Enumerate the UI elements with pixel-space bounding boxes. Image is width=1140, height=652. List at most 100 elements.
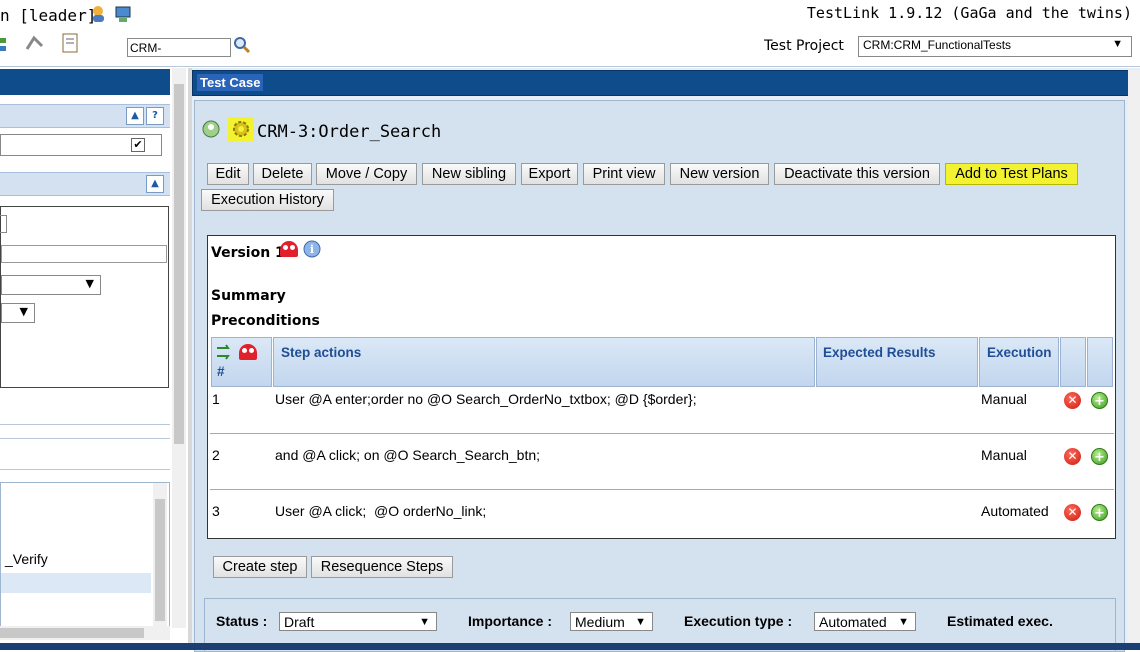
delete-step-icon[interactable]: ✕ [1064,392,1081,409]
summary-label: Summary [211,288,286,304]
resequence-steps-button[interactable]: Resequence Steps [311,556,453,578]
step-number-header-label: # [217,364,225,379]
collapse-icon[interactable]: ▲ [126,107,144,125]
project-select[interactable]: CRM:CRM_FunctionalTests ▼ [858,36,1132,57]
new-sibling-button[interactable]: New sibling [422,163,516,185]
print-view-button[interactable]: Print view [583,163,665,185]
chevron-down-icon: ▼ [19,305,28,318]
left-h-scrollbar-thumb[interactable] [0,628,144,638]
importance-select[interactable]: Medium ▼ [570,612,653,631]
new-version-button[interactable]: New version [670,163,769,185]
add-step-icon[interactable]: + [1091,504,1108,521]
deactivate-version-button[interactable]: Deactivate this version [774,163,940,185]
search-icon[interactable] [233,36,251,54]
add-column-header [1087,337,1113,387]
step-action[interactable]: and @A click; on @O Search_Search_btn; [275,447,540,463]
step-number-header: # [211,337,272,387]
delete-step-icon[interactable]: ✕ [1064,448,1081,465]
reorder-icon[interactable] [216,344,234,360]
tree-view[interactable]: _Verify [0,482,170,638]
ghost-icon[interactable] [239,344,257,360]
divider [0,424,170,425]
collapse-icon[interactable]: ▲ [146,175,164,193]
row-divider [210,433,1114,434]
requirements-icon[interactable] [24,34,46,54]
step-actions-header: Step actions [273,337,815,387]
add-step-icon[interactable]: + [1091,392,1108,409]
execution-header-label: Execution [987,345,1052,360]
move-copy-button[interactable]: Move / Copy [316,163,417,185]
user-profile-icon[interactable] [88,4,110,24]
filter-select[interactable]: ▼ [1,275,101,295]
filter-select-small[interactable]: ▼ [1,303,35,323]
create-step-button[interactable]: Create step [213,556,307,578]
step-number: 2 [212,447,220,463]
ghost-icon[interactable] [280,241,298,257]
step-execution: Manual [981,391,1027,407]
export-button[interactable]: Export [521,163,578,185]
status-select[interactable]: Draft ▼ [279,612,437,631]
settings-checkbox-row: ✔ [0,134,162,156]
main-scrollbar[interactable] [1128,70,1140,642]
tree-icon[interactable] [0,35,22,55]
test-case-header-title: Test Case [197,74,264,91]
help-icon[interactable]: ? [146,107,164,125]
globe-icon[interactable] [201,119,221,139]
expected-results-header-label: Expected Results [823,345,936,360]
filters-section-header: ▲ [0,172,170,196]
top-bar: n [leader] TestLink 1.9.12 (GaGa and the… [0,0,1140,67]
search-input[interactable] [127,38,231,57]
step-number: 3 [212,503,220,519]
left-panel: ▲ ? ✔ ▲ ▼ ▼ _Verify [0,68,188,650]
svg-text:i: i [310,243,314,256]
gear-icon[interactable] [228,117,254,141]
step-number: 1 [212,391,220,407]
add-to-test-plans-button[interactable]: Add to Test Plans [945,163,1078,185]
taskbar [0,643,1140,650]
chevron-down-icon: ▼ [1112,38,1123,50]
left-v-scrollbar-thumb[interactable] [174,84,184,444]
delete-step-icon[interactable]: ✕ [1064,504,1081,521]
expected-results-header: Expected Results [816,337,978,387]
left-panel-band [0,438,170,470]
add-step-icon[interactable]: + [1091,448,1108,465]
edit-button[interactable]: Edit [207,163,249,185]
filter-text-input[interactable] [1,245,167,263]
filters-box: ▼ ▼ [0,206,169,388]
step-execution: Manual [981,447,1027,463]
step-actions-header-label: Step actions [281,345,362,360]
step-action[interactable]: User @A enter;order no @O Search_OrderNo… [275,391,697,407]
left-v-scrollbar[interactable] [172,68,186,628]
execution-history-button[interactable]: Execution History [201,189,334,211]
step-execution: Automated [981,503,1049,519]
app-version: TestLink 1.9.12 (GaGa and the twins) [806,4,1132,22]
settings-checkbox[interactable]: ✔ [131,138,145,152]
left-h-scrollbar[interactable] [0,626,170,640]
execution-type-select[interactable]: Automated ▼ [814,612,916,631]
estimated-exec-label: Estimated exec. [947,613,1053,629]
user-label: n [leader] [0,6,97,25]
test-case-header: Test Case [192,70,1129,96]
info-icon[interactable]: i [303,240,321,258]
tree-scrollbar-thumb[interactable] [155,499,165,621]
left-panel-header [0,69,170,95]
importance-select-value: Medium [575,614,625,630]
logout-icon[interactable] [113,4,135,24]
chevron-down-icon: ▼ [898,616,909,628]
chevron-down-icon: ▼ [85,277,94,290]
step-action[interactable]: User @A click; @O orderNo_link; [275,503,486,519]
importance-label: Importance : [468,613,553,629]
project-select-value: CRM:CRM_FunctionalTests [863,38,1012,52]
chevron-down-icon: ▼ [419,616,430,628]
settings-section-header: ▲ ? [0,104,170,128]
execution-header: Execution [979,337,1059,387]
tree-item-selected[interactable] [1,573,151,593]
status-label: Status : [216,613,268,629]
tree-scrollbar[interactable] [153,483,167,637]
delete-column-header [1060,337,1086,387]
filter-input[interactable] [0,215,7,233]
version-label: Version 1 [211,245,285,261]
delete-button[interactable]: Delete [253,163,312,185]
document-icon[interactable] [60,33,82,53]
tree-item[interactable]: _Verify [5,551,48,567]
